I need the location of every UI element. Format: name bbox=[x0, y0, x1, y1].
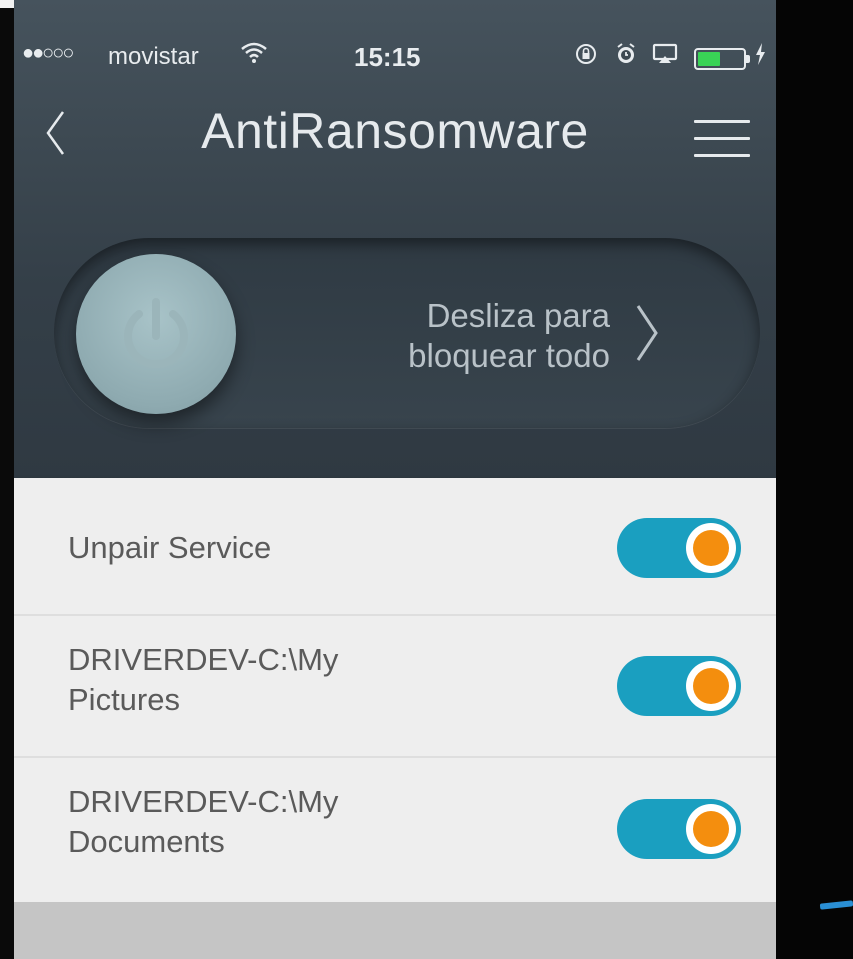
slider-knob[interactable] bbox=[76, 254, 236, 414]
signal-strength-icon: ●●○○○ bbox=[22, 42, 74, 64]
slider-text-line2: bloquear todo bbox=[408, 337, 610, 374]
list-item: DRIVERDEV-C:\My Pictures bbox=[14, 616, 776, 758]
phone-screen: ●●○○○ movistar 15:15 AntiRansomware Desl… bbox=[14, 0, 776, 959]
charging-bolt-icon bbox=[754, 42, 766, 72]
header: ●●○○○ movistar 15:15 AntiRansomware Desl… bbox=[14, 0, 776, 478]
footer-area bbox=[14, 902, 776, 959]
documents-folder-toggle[interactable] bbox=[617, 799, 741, 859]
setting-label: DRIVERDEV-C:\My Documents bbox=[68, 784, 339, 859]
list-item: DRIVERDEV-C:\My Documents bbox=[14, 758, 776, 902]
pictures-folder-toggle[interactable] bbox=[617, 656, 741, 716]
airplay-icon bbox=[652, 42, 678, 72]
background-edge bbox=[776, 0, 853, 959]
chevron-right-icon bbox=[636, 305, 658, 361]
page-title: AntiRansomware bbox=[201, 103, 589, 159]
hamburger-menu-icon bbox=[694, 120, 750, 123]
alarm-icon bbox=[614, 42, 638, 72]
slider-instruction: Desliza para bloquear todo bbox=[408, 296, 610, 376]
slider-text-line1: Desliza para bbox=[426, 297, 610, 334]
setting-label: Unpair Service bbox=[68, 530, 272, 565]
status-bar: ●●○○○ movistar 15:15 bbox=[14, 38, 776, 80]
battery-icon bbox=[694, 48, 750, 70]
clock-time: 15:15 bbox=[354, 42, 421, 72]
unpair-service-toggle[interactable] bbox=[617, 518, 741, 578]
menu-button[interactable] bbox=[694, 114, 754, 158]
wifi-icon bbox=[240, 40, 268, 71]
power-icon bbox=[124, 298, 188, 369]
setting-label: DRIVERDEV-C:\My Pictures bbox=[68, 642, 339, 717]
carrier-name: movistar bbox=[108, 43, 199, 70]
navigation-bar: AntiRansomware bbox=[14, 100, 776, 170]
rotation-lock-icon bbox=[574, 42, 598, 72]
list-item: Unpair Service bbox=[14, 478, 776, 616]
lock-all-slider[interactable]: Desliza para bloquear todo bbox=[54, 238, 760, 428]
settings-list: Unpair Service DRIVERDEV-C:\My Pictures … bbox=[14, 478, 776, 902]
